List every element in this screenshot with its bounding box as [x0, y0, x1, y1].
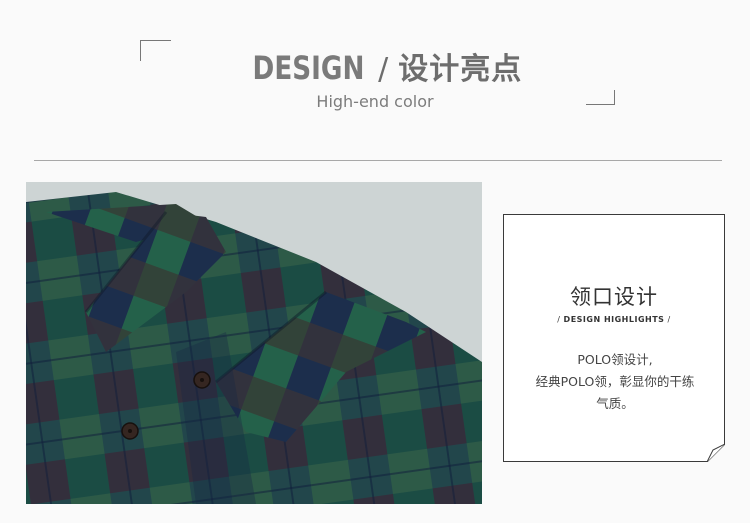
design-highlight-card: 领口设计 / DESIGN HIGHLIGHTS / POLO领设计, 经典PO… — [503, 214, 725, 462]
highlight-text: DESIGN HIGHLIGHTS — [563, 315, 665, 324]
title-english: DESIGN — [252, 49, 365, 87]
card-body-line: 经典POLO领，彰显你的干练 — [535, 374, 695, 389]
highlight-sep-left: / — [557, 315, 561, 324]
section-title: DESIGN / 设计亮点 — [0, 44, 750, 88]
page-fold-icon — [707, 444, 725, 462]
subtitle: High-end color — [316, 92, 434, 111]
divider-line — [34, 160, 722, 161]
title-separator: / — [378, 52, 389, 87]
card-body-line: POLO领设计, — [577, 352, 653, 367]
plaid-collar-illustration — [26, 182, 482, 504]
title-chinese: 设计亮点 — [398, 52, 523, 87]
card-body-line: 气质。 — [596, 396, 634, 411]
card-highlight-label: / DESIGN HIGHLIGHTS / — [504, 315, 724, 324]
highlight-sep-right: / — [667, 315, 671, 324]
card-body-text: POLO领设计, 经典POLO领，彰显你的干练 气质。 — [514, 349, 716, 415]
product-photo-collar — [26, 182, 482, 504]
card-title: 领口设计 — [570, 285, 658, 309]
